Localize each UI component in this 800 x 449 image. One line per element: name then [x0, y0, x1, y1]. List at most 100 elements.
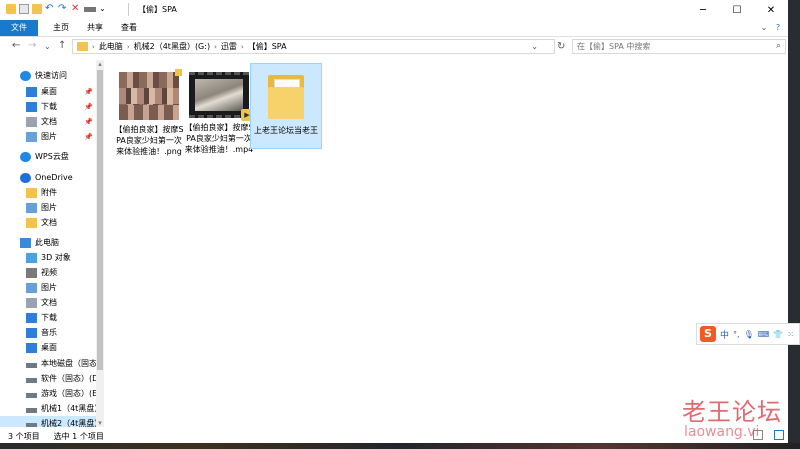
refresh-button[interactable]: ↻: [557, 41, 565, 52]
tab-view[interactable]: 查看: [114, 20, 144, 36]
nav-item[interactable]: 游戏（固态）(E: [0, 386, 97, 401]
document-icon: [26, 116, 37, 127]
scrollbar-thumb[interactable]: [97, 70, 103, 370]
nav-item[interactable]: 音乐: [0, 325, 57, 340]
search-input[interactable]: [577, 42, 767, 51]
status-bar: 3 个项目 选中 1 个项目: [0, 429, 788, 443]
forward-button[interactable]: →: [28, 40, 36, 51]
scroll-down-button[interactable]: ▾: [96, 419, 104, 427]
title-separator: [128, 3, 129, 16]
folder-item[interactable]: 上老王论坛当老王: [250, 63, 322, 149]
delete-icon[interactable]: ✕: [71, 4, 81, 14]
nav-item[interactable]: 本地磁盘（固态: [0, 356, 97, 371]
folder-icon: [26, 187, 37, 198]
address-bar[interactable]: › 此电脑 › 机械2（4t黑盘）(G:) › 迅雷 › 【偷】SPA ⌄: [72, 39, 555, 54]
image-badge-icon: [175, 69, 182, 76]
nav-item[interactable]: 机械2（4t黑盘）: [0, 416, 104, 427]
nav-item[interactable]: 文档: [0, 215, 57, 230]
folder-icon[interactable]: [6, 4, 16, 14]
window-border: [788, 0, 800, 449]
back-button[interactable]: ←: [12, 40, 20, 51]
file-item-png[interactable]: 【偷拍良家】按摩SPA良家少妇第一次来体验推油！.png: [114, 69, 184, 157]
toolbox-icon[interactable]: ⁙: [787, 330, 794, 339]
address-dropdown-icon[interactable]: ⌄: [531, 42, 538, 51]
close-button[interactable]: ✕: [754, 0, 788, 20]
chevron-right-icon[interactable]: ›: [127, 43, 130, 51]
nav-item[interactable]: 此电脑: [0, 235, 59, 250]
nav-item-label: 附件: [41, 188, 57, 197]
chevron-right-icon[interactable]: ›: [92, 43, 95, 51]
customize-toolbar-icon[interactable]: ⌄: [99, 4, 109, 14]
tab-file[interactable]: 文件: [0, 20, 38, 36]
nav-item-label: 文档: [41, 117, 57, 126]
nav-item[interactable]: 视频: [0, 265, 57, 280]
file-item-mp4[interactable]: ▶ 【偷拍良家】按摩SPA良家少妇第一次来体验推油！.mp4: [184, 72, 254, 155]
nav-item[interactable]: 图片 📌: [0, 129, 93, 144]
properties-icon[interactable]: [19, 4, 29, 14]
nav-item-label: 图片: [41, 132, 57, 141]
pin-icon: 📌: [84, 132, 93, 141]
nav-item[interactable]: 下载 📌: [0, 99, 93, 114]
redo-icon[interactable]: ↷: [58, 4, 68, 14]
music-icon: [26, 327, 37, 338]
window-title: 【偷】SPA: [138, 5, 177, 14]
nav-item-label: 软件（固态）(D: [41, 374, 99, 383]
maximize-button[interactable]: ☐: [720, 0, 754, 20]
large-icons-view-icon[interactable]: [774, 430, 784, 440]
sogou-logo-icon[interactable]: S: [700, 326, 716, 342]
chevron-right-icon[interactable]: ›: [241, 43, 244, 51]
expand-ribbon-icon[interactable]: ⌄: [758, 20, 770, 36]
desktop-icon: [26, 86, 37, 97]
help-icon[interactable]: ?: [772, 20, 784, 36]
tab-home[interactable]: 主页: [46, 20, 76, 36]
nav-scrollbar[interactable]: ▴ ▾: [96, 60, 104, 427]
nav-item[interactable]: 软件（固态）(D: [0, 371, 98, 386]
search-box[interactable]: ⌕: [572, 39, 786, 54]
nav-item[interactable]: 下载: [0, 310, 57, 325]
breadcrumb-drive[interactable]: 机械2（4t黑盘）(G:): [134, 41, 210, 52]
drive-icon: [26, 392, 37, 398]
microphone-icon[interactable]: 🎙: [744, 330, 754, 339]
nav-item[interactable]: 附件: [0, 185, 57, 200]
nav-item[interactable]: 文档 📌: [0, 114, 93, 129]
keyboard-icon[interactable]: ⌨: [758, 330, 770, 339]
minimize-button[interactable]: ─: [686, 0, 720, 20]
ime-mode-button[interactable]: 中: [720, 328, 729, 341]
nav-item[interactable]: 快速访问: [0, 68, 67, 83]
star-icon: [20, 70, 31, 81]
search-icon[interactable]: ⌕: [776, 41, 781, 51]
drive-icon: [26, 377, 37, 383]
nav-item[interactable]: 3D 对象: [0, 250, 71, 265]
watermark-title: 老王论坛: [682, 398, 782, 426]
chevron-right-icon[interactable]: ›: [214, 43, 217, 51]
computer-icon: [20, 237, 31, 248]
video-icon: [26, 267, 37, 278]
breadcrumb-xunlei[interactable]: 迅雷: [221, 41, 237, 52]
title-bar: ↶ ↷ ✕ ⌄ 【偷】SPA ─ ☐ ✕: [0, 0, 788, 20]
breadcrumb-this-pc[interactable]: 此电脑: [99, 41, 123, 52]
nav-item[interactable]: 图片: [0, 200, 57, 215]
tab-share[interactable]: 共享: [80, 20, 110, 36]
rename-icon[interactable]: [84, 6, 96, 12]
nav-item[interactable]: 机械1（4t黑盘）: [0, 401, 102, 416]
undo-icon[interactable]: ↶: [45, 4, 55, 14]
pin-icon: 📌: [84, 87, 93, 96]
nav-item[interactable]: OneDrive: [0, 170, 73, 185]
nav-item[interactable]: 桌面: [0, 340, 57, 355]
recent-locations-button[interactable]: ⌄: [44, 42, 51, 51]
up-button[interactable]: ↑: [58, 40, 66, 51]
nav-item[interactable]: 图片: [0, 280, 57, 295]
folder-icon: [266, 69, 306, 121]
3d-objects-icon: [26, 252, 37, 263]
new-folder-icon[interactable]: [32, 4, 42, 14]
scroll-up-button[interactable]: ▴: [96, 60, 104, 68]
breadcrumb-current[interactable]: 【偷】SPA: [248, 41, 287, 52]
ime-toolbar: S 中 °, 🎙 ⌨ 👕 ⁙: [696, 323, 800, 345]
drive-icon: [26, 362, 37, 368]
nav-item[interactable]: 桌面 📌: [0, 84, 93, 99]
pin-icon: 📌: [84, 117, 93, 126]
nav-item[interactable]: 文档: [0, 295, 57, 310]
punctuation-icon[interactable]: °,: [733, 330, 740, 339]
nav-item[interactable]: WPS云盘: [0, 149, 69, 164]
skin-icon[interactable]: 👕: [773, 330, 783, 339]
